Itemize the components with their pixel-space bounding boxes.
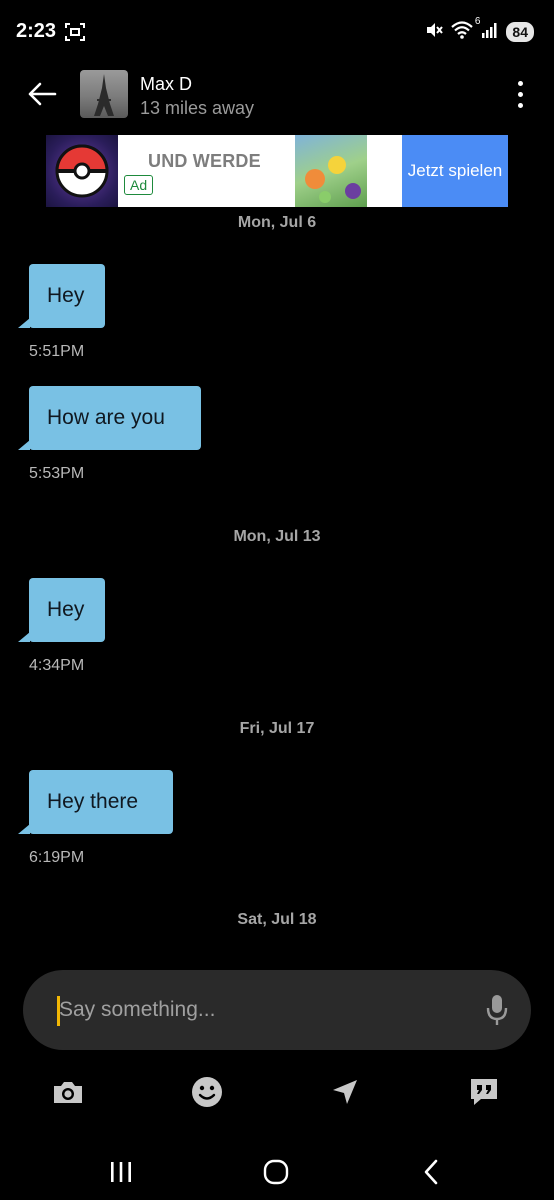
chevron-left-icon <box>424 1159 438 1185</box>
eiffel-tower-photo-icon <box>94 74 114 116</box>
more-options-button[interactable] <box>508 76 532 112</box>
camera-icon <box>54 1082 82 1103</box>
status-bar: 2:23 6 84 <box>0 0 554 62</box>
system-back-button[interactable] <box>407 1148 455 1196</box>
recent-apps-icon <box>111 1162 131 1182</box>
message-time: 4:34PM <box>29 657 85 674</box>
emoji-button[interactable] <box>187 1072 227 1112</box>
signal-icon <box>480 20 500 45</box>
ad-game-image <box>295 135 367 207</box>
date-separator: Sat, Jul 18 <box>237 911 317 928</box>
vertical-dots-icon <box>517 80 523 86</box>
ad-tag: Ad <box>124 175 154 195</box>
screenshot-indicator-icon <box>64 22 86 47</box>
chat-screen: 2:23 6 84 Max D 13 miles away UND WERDE … <box>0 0 554 1200</box>
recent-apps-button[interactable] <box>97 1148 145 1196</box>
contact-distance: 13 miles away <box>140 98 255 118</box>
message-bubble[interactable]: How are you <box>18 386 201 450</box>
system-nav-bar <box>0 1140 554 1200</box>
battery-level: 84 <box>506 22 534 42</box>
quote-bubble-icon <box>471 1079 497 1105</box>
message-composer <box>23 970 531 1050</box>
quick-reply-button[interactable] <box>464 1072 504 1112</box>
status-right: 6 84 <box>424 16 534 45</box>
back-button[interactable] <box>22 76 62 112</box>
message-bubble[interactable]: Hey <box>18 264 105 328</box>
camera-button[interactable] <box>48 1072 88 1112</box>
message-bubble[interactable]: Hey there <box>18 770 173 834</box>
date-separator: Mon, Jul 13 <box>233 528 321 545</box>
message-input[interactable] <box>59 992 459 1028</box>
message-time: 5:51PM <box>29 343 85 360</box>
location-button[interactable] <box>325 1072 365 1112</box>
message-time: 6:19PM <box>29 849 85 866</box>
home-button[interactable] <box>252 1148 300 1196</box>
home-icon <box>263 1159 289 1185</box>
contact-name[interactable]: Max D <box>140 74 192 95</box>
chat-header: Max D 13 miles away <box>0 62 554 130</box>
ad-headline: UND WERDE <box>148 151 261 171</box>
mic-button[interactable] <box>485 992 509 1028</box>
pokeball-logo-icon <box>46 135 118 207</box>
message-bubble[interactable]: Hey <box>18 578 105 642</box>
arrow-left-icon <box>28 82 57 106</box>
smiley-icon <box>192 1077 222 1107</box>
ad-banner[interactable]: UND WERDE Ad Jetzt spielen <box>46 135 508 207</box>
network-superscript: 6 <box>474 15 481 27</box>
status-time: 2:23 <box>16 20 57 42</box>
location-arrow-icon <box>333 1080 357 1104</box>
message-time: 5:53PM <box>29 465 85 482</box>
avatar[interactable] <box>80 70 128 118</box>
date-separator: Mon, Jul 6 <box>237 214 317 231</box>
date-separator: Fri, Jul 17 <box>239 720 315 737</box>
ad-cta-button[interactable]: Jetzt spielen <box>402 135 508 207</box>
mute-vibrate-icon <box>424 20 444 45</box>
action-row <box>0 1070 554 1114</box>
microphone-icon <box>486 995 508 1025</box>
wifi-icon: 6 <box>450 16 480 45</box>
